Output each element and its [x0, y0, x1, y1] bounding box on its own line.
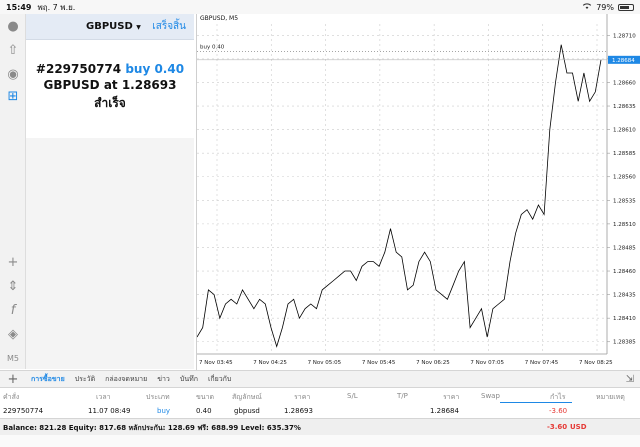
- y-tick-label: 1.28610: [613, 128, 636, 134]
- row-type: buy: [157, 407, 171, 415]
- account-icon[interactable]: ●: [4, 18, 22, 36]
- col-tp[interactable]: T/P: [397, 392, 408, 400]
- order-action: buy 0.40: [125, 62, 185, 76]
- x-tick-label: 7 Nov 08:25: [579, 360, 613, 366]
- battery-level: [620, 5, 630, 9]
- col-order[interactable]: คำสั่ง: [3, 392, 19, 403]
- expand-icon[interactable]: ⇲: [626, 374, 640, 385]
- row-price: 1.28693: [284, 407, 313, 415]
- balance-total-profit: -3.60: [547, 423, 568, 431]
- col-type[interactable]: ประเภท: [146, 392, 170, 403]
- row-size: 0.40: [196, 407, 212, 415]
- battery-icon: [618, 3, 634, 11]
- col-swap[interactable]: Swap: [481, 392, 500, 400]
- col-size[interactable]: ขนาด: [196, 392, 214, 403]
- y-tick-label: 1.28385: [613, 340, 636, 346]
- order-symbol-selector[interactable]: GBPUSD ▼: [86, 21, 141, 32]
- done-button[interactable]: เสร็จสิ้น: [152, 19, 186, 34]
- balance-bar: Balance: 821.28 Equity: 817.68 หลักประกั…: [0, 418, 640, 435]
- order-result-line1: #229750774 buy 0.40: [26, 62, 194, 76]
- balance-text: Balance: 821.28 Equity: 817.68 หลักประกั…: [3, 424, 301, 432]
- tab-news[interactable]: ข่าว: [152, 374, 175, 385]
- buy-line-label: buy 0.40: [200, 44, 225, 50]
- col-comment[interactable]: หมายเหตุ: [596, 392, 625, 403]
- row-price2: 1.28684: [430, 407, 459, 415]
- chat-icon[interactable]: ◉: [4, 66, 22, 84]
- new-order-icon[interactable]: ⊞: [4, 88, 22, 106]
- status-time: 15:49: [6, 2, 32, 12]
- y-tick-label: 1.28560: [613, 175, 636, 181]
- timeframe-button[interactable]: M5: [4, 350, 22, 368]
- tab-journal[interactable]: บันทึก: [175, 374, 203, 385]
- x-tick-label: 7 Nov 05:45: [362, 360, 396, 366]
- chevron-down-icon: ▼: [136, 24, 141, 31]
- x-tick-label: 7 Nov 06:25: [416, 360, 450, 366]
- y-tick-label: 1.28435: [613, 293, 636, 299]
- col-price2[interactable]: ราคา: [443, 392, 459, 403]
- row-symbol: gbpusd: [234, 407, 260, 415]
- y-tick-label: 1.28510: [613, 222, 636, 228]
- crosshair-icon[interactable]: +: [4, 254, 22, 272]
- order-status: สำเร็จ: [94, 96, 126, 110]
- status-date: พฤ. 7 พ.ย.: [37, 2, 76, 12]
- col-symbol[interactable]: สัญลักษณ์: [232, 392, 262, 403]
- objects-icon[interactable]: ◈: [4, 326, 22, 344]
- price-series-line: [197, 44, 602, 348]
- x-tick-label: 7 Nov 03:45: [199, 360, 233, 366]
- order-result-line2: GBPUSD at 1.28693: [43, 78, 177, 92]
- tab-mailbox[interactable]: กล่องจดหมาย: [100, 374, 152, 385]
- current-price-label: 1.28684: [612, 58, 635, 64]
- bottom-tabs: + การซื้อขาย ประวัติ กล่องจดหมาย ข่าว บั…: [0, 370, 640, 388]
- chart-title: GBPUSD, M5: [200, 15, 239, 22]
- order-result: #229750774 buy 0.40 GBPUSD at 1.28693 สำ…: [26, 40, 194, 138]
- row-order: 229750774: [3, 407, 44, 415]
- battery-percent: 79%: [596, 2, 614, 12]
- status-bar: 15:49 พฤ. 7 พ.ย. 79%: [0, 0, 640, 14]
- order-id: #229750774: [35, 62, 122, 76]
- order-symbol: GBPUSD: [86, 21, 133, 32]
- status-right: 79%: [582, 2, 634, 12]
- price-chart[interactable]: 1.287101.286851.286601.286351.286101.285…: [196, 14, 640, 370]
- balance-currency: USD: [570, 423, 587, 431]
- tab-trade[interactable]: การซื้อขาย: [26, 374, 70, 385]
- col-sl[interactable]: S/L: [347, 392, 358, 400]
- order-header: GBPUSD ▼ เสร็จสิ้น: [26, 14, 194, 40]
- row-time: 11.07 08:49: [88, 407, 131, 415]
- tab-about[interactable]: เกี่ยวกับ: [203, 374, 236, 385]
- home-indicator-area: [0, 435, 640, 447]
- chart-svg: 1.287101.286851.286601.286351.286101.285…: [197, 14, 640, 366]
- col-time[interactable]: เวลา: [96, 392, 111, 403]
- x-tick-label: 7 Nov 05:05: [308, 360, 342, 366]
- function-icon[interactable]: f: [4, 302, 22, 320]
- x-tick-label: 7 Nov 04:25: [253, 360, 287, 366]
- x-tick-label: 7 Nov 07:45: [525, 360, 559, 366]
- y-tick-label: 1.28535: [613, 198, 636, 204]
- sort-indicator: [500, 402, 572, 403]
- indicators-icon[interactable]: ⇕: [4, 278, 22, 296]
- x-tick-label: 7 Nov 07:05: [470, 360, 504, 366]
- plus-icon[interactable]: +: [0, 372, 26, 387]
- wifi-icon: [582, 2, 592, 12]
- row-profit: -3.60: [549, 407, 568, 415]
- order-panel: GBPUSD ▼ เสร็จสิ้น #229750774 buy 0.40 G…: [26, 14, 194, 369]
- y-tick-label: 1.28660: [613, 80, 636, 86]
- table-row[interactable]: 229750774 11.07 08:49 buy 0.40 gbpusd 1.…: [0, 404, 640, 418]
- y-tick-label: 1.28410: [613, 316, 636, 322]
- trade-table-header: คำสั่ง เวลา ประเภท ขนาด สัญลักษณ์ ราคา S…: [0, 389, 640, 403]
- y-tick-label: 1.28710: [613, 33, 636, 39]
- y-tick-label: 1.28485: [613, 245, 636, 251]
- col-price[interactable]: ราคา: [294, 392, 310, 403]
- trade-icon[interactable]: ⇧: [4, 42, 22, 60]
- y-tick-label: 1.28635: [613, 104, 636, 110]
- left-toolbar: ● ⇧ ◉ ⊞ + ⇕ f ◈ M5: [0, 14, 26, 369]
- y-tick-label: 1.28585: [613, 151, 636, 157]
- y-tick-label: 1.28460: [613, 269, 636, 275]
- tab-history[interactable]: ประวัติ: [70, 374, 100, 385]
